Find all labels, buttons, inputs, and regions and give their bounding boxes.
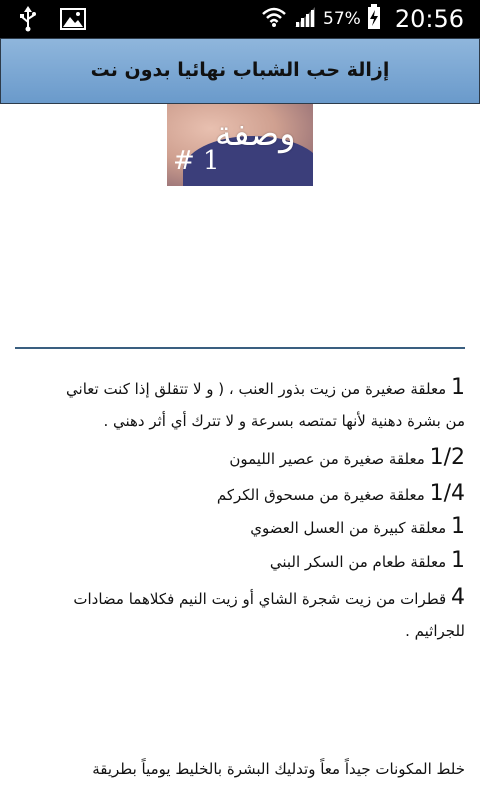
recipe-image: وصفة # 1 — [167, 104, 313, 186]
ingredient-item-6: 4 قطرات من زيت شجرة الشاي أو زيت النيم ف… — [10, 585, 465, 610]
ingredient-item-5: 1 معلقة طعام من السكر البني — [10, 548, 465, 573]
ingredient-qty: 4 — [451, 585, 465, 610]
ingredient-qty: 1/2 — [429, 445, 465, 470]
ingredient-item-1: 1 معلقة صغيرة من زيت بذور العنب ، ( و لا… — [10, 375, 465, 400]
ingredient-text: من بشرة دهنية لأنها تمتصه بسرعة و لا تتر… — [103, 412, 465, 430]
ingredient-item-4: 1 معلقة كبيرة من العسل العضوي — [10, 514, 465, 539]
ingredient-text: للجراثيم . — [405, 622, 465, 640]
ingredient-item-2: 1/2 معلقة صغيرة من عصير الليمون — [10, 445, 465, 470]
status-bar: 57% 20:56 — [0, 0, 480, 38]
ingredient-item-3: 1/4 معلقة صغيرة من مسحوق الكركم — [10, 481, 465, 506]
ingredient-qty: 1 — [451, 514, 465, 539]
system-icons: 57% 20:56 — [261, 0, 464, 38]
signal-icon — [293, 6, 317, 32]
notification-icons — [18, 6, 86, 36]
section-divider — [15, 347, 465, 349]
ingredient-text: معلقة كبيرة من العسل العضوي — [250, 519, 447, 537]
app-title-bar: إزالة حب الشباب نهائيا بدون نت — [0, 38, 480, 104]
clock: 20:56 — [394, 5, 464, 33]
wifi-icon — [261, 6, 287, 32]
recipe-number: # 1 — [173, 146, 220, 176]
ingredient-item-6-continued: للجراثيم . — [10, 622, 465, 640]
ingredient-qty: 1/4 — [429, 481, 465, 506]
ingredient-text: معلقة صغيرة من مسحوق الكركم — [216, 486, 425, 504]
ingredient-qty: 1 — [451, 548, 465, 573]
battery-charging-icon — [367, 4, 381, 34]
image-notification-icon — [60, 8, 86, 34]
usb-icon — [18, 6, 38, 36]
ingredient-qty: 1 — [451, 375, 465, 400]
page-title: إزالة حب الشباب نهائيا بدون نت — [90, 59, 390, 81]
ingredient-text: معلقة صغيرة من زيت بذور العنب ، ( و لا ت… — [66, 380, 447, 398]
ingredient-text: قطرات من زيت شجرة الشاي أو زيت النيم فكل… — [73, 590, 447, 608]
instructions-text: خلط المكونات جيداً معاً وتدليك البشرة با… — [92, 760, 465, 778]
ingredient-text: معلقة صغيرة من عصير الليمون — [229, 450, 425, 468]
ingredient-item-1-continued: من بشرة دهنية لأنها تمتصه بسرعة و لا تتر… — [10, 412, 465, 430]
battery-percent: 57% — [323, 9, 361, 29]
recipe-word: وصفة — [215, 114, 296, 154]
ingredient-text: معلقة طعام من السكر البني — [269, 553, 447, 571]
instructions-paragraph: خلط المكونات جيداً معاً وتدليك البشرة با… — [10, 760, 465, 778]
